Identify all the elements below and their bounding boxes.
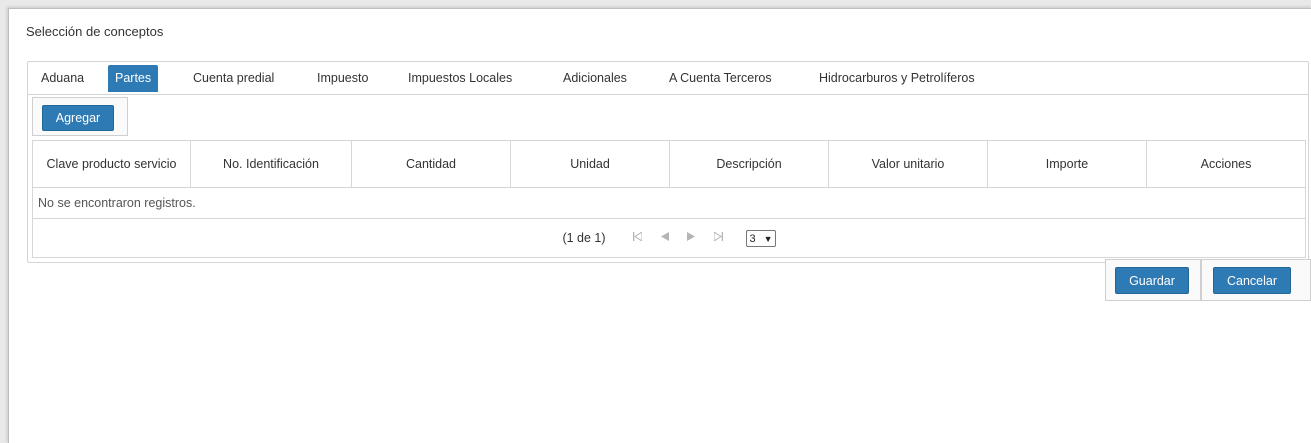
- cancel-button[interactable]: Cancelar: [1213, 267, 1291, 294]
- dialog-title: Selección de conceptos: [26, 24, 164, 39]
- tab-aduana[interactable]: Aduana: [34, 65, 91, 92]
- column-header-valor-unitario[interactable]: Valor unitario: [828, 140, 988, 188]
- column-header-importe[interactable]: Importe: [987, 140, 1147, 188]
- empty-message: No se encontraron registros.: [32, 187, 1306, 219]
- tab-hidrocarburos[interactable]: Hidrocarburos y Petrolíferos: [812, 65, 982, 92]
- tab-panel: Aduana Partes Cuenta predial Impuesto Im…: [27, 61, 1309, 263]
- column-header-clave[interactable]: Clave producto servicio: [32, 140, 191, 188]
- column-header-cantidad[interactable]: Cantidad: [351, 140, 511, 188]
- add-button[interactable]: Agregar: [42, 105, 114, 131]
- parts-table: Clave producto servicio No. Identificaci…: [32, 140, 1306, 258]
- column-header-acciones[interactable]: Acciones: [1146, 140, 1306, 188]
- table-header-row: Clave producto servicio No. Identificaci…: [32, 140, 1306, 188]
- first-page-icon[interactable]: [632, 231, 643, 244]
- tab-bar: Aduana Partes Cuenta predial Impuesto Im…: [28, 62, 1308, 95]
- tab-a-cuenta-terceros[interactable]: A Cuenta Terceros: [662, 65, 779, 92]
- page-report: (1 de 1): [562, 231, 606, 245]
- column-header-descripcion[interactable]: Descripción: [669, 140, 829, 188]
- tab-partes[interactable]: Partes: [108, 65, 159, 92]
- paginator-row: (1 de 1) 3 ▼: [32, 218, 1306, 258]
- rows-per-page-value: 3: [749, 232, 756, 245]
- rows-per-page-select[interactable]: 3 ▼: [745, 229, 776, 247]
- concept-selection-dialog: Selección de conceptos Aduana Partes Cue…: [8, 8, 1311, 443]
- tab-impuestos-locales[interactable]: Impuestos Locales: [401, 65, 519, 92]
- chevron-down-icon: ▼: [763, 233, 773, 244]
- column-header-unidad[interactable]: Unidad: [510, 140, 670, 188]
- last-page-icon[interactable]: [713, 231, 723, 244]
- paginator: (1 de 1) 3 ▼: [32, 218, 1306, 258]
- tab-cuenta-predial[interactable]: Cuenta predial: [186, 65, 281, 92]
- next-page-icon[interactable]: [686, 232, 696, 244]
- prev-page-icon[interactable]: [660, 232, 669, 244]
- tab-adicionales[interactable]: Adicionales: [556, 65, 634, 92]
- save-button[interactable]: Guardar: [1115, 267, 1189, 294]
- table-row: No se encontraron registros.: [32, 187, 1306, 219]
- column-header-identificacion[interactable]: No. Identificación: [190, 140, 352, 188]
- tab-impuesto[interactable]: Impuesto: [310, 65, 375, 92]
